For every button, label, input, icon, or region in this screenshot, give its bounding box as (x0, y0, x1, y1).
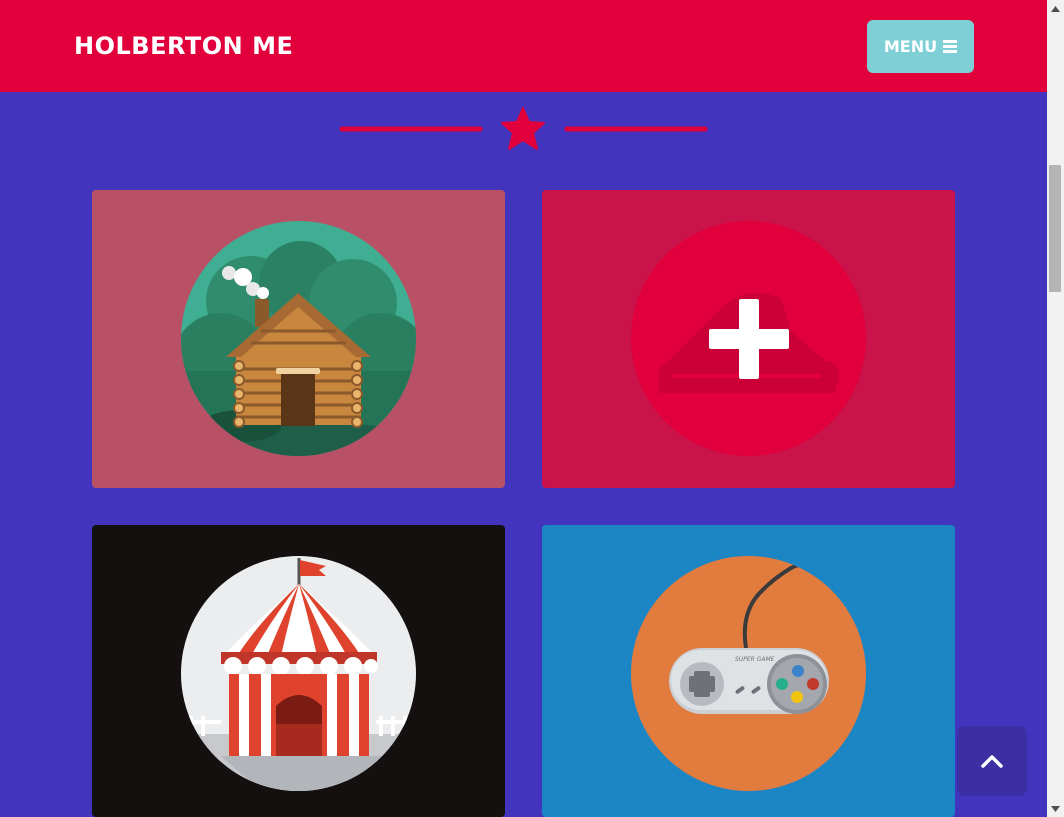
log-cabin-icon (181, 221, 416, 456)
menu-label: MENU (883, 37, 938, 56)
vertical-scrollbar[interactable] (1047, 0, 1064, 817)
menu-button[interactable]: MENU (867, 20, 974, 73)
navbar: HOLBERTON ME MENU (0, 0, 1047, 92)
scroll-to-top-button[interactable] (957, 726, 1027, 796)
brand-logo[interactable]: HOLBERTON ME (74, 28, 293, 64)
chevron-up-icon (981, 755, 1003, 768)
scroll-down-arrow-icon[interactable] (1047, 800, 1064, 817)
game-controller-icon: SUPER GAME (631, 556, 866, 791)
portfolio-item-circus[interactable] (92, 525, 505, 817)
portfolio-item-hover[interactable] (542, 190, 955, 488)
svg-text:SUPER GAME: SUPER GAME (735, 656, 775, 663)
bars-icon (943, 40, 958, 53)
scrollbar-thumb[interactable] (1049, 165, 1061, 292)
portfolio-item-game[interactable]: SUPER GAME (542, 525, 955, 817)
circus-tent-icon (181, 556, 416, 791)
scroll-up-arrow-icon[interactable] (1047, 0, 1064, 17)
plus-icon (631, 221, 866, 456)
portfolio-item-cabin[interactable] (92, 190, 505, 488)
star-icon (501, 107, 545, 150)
